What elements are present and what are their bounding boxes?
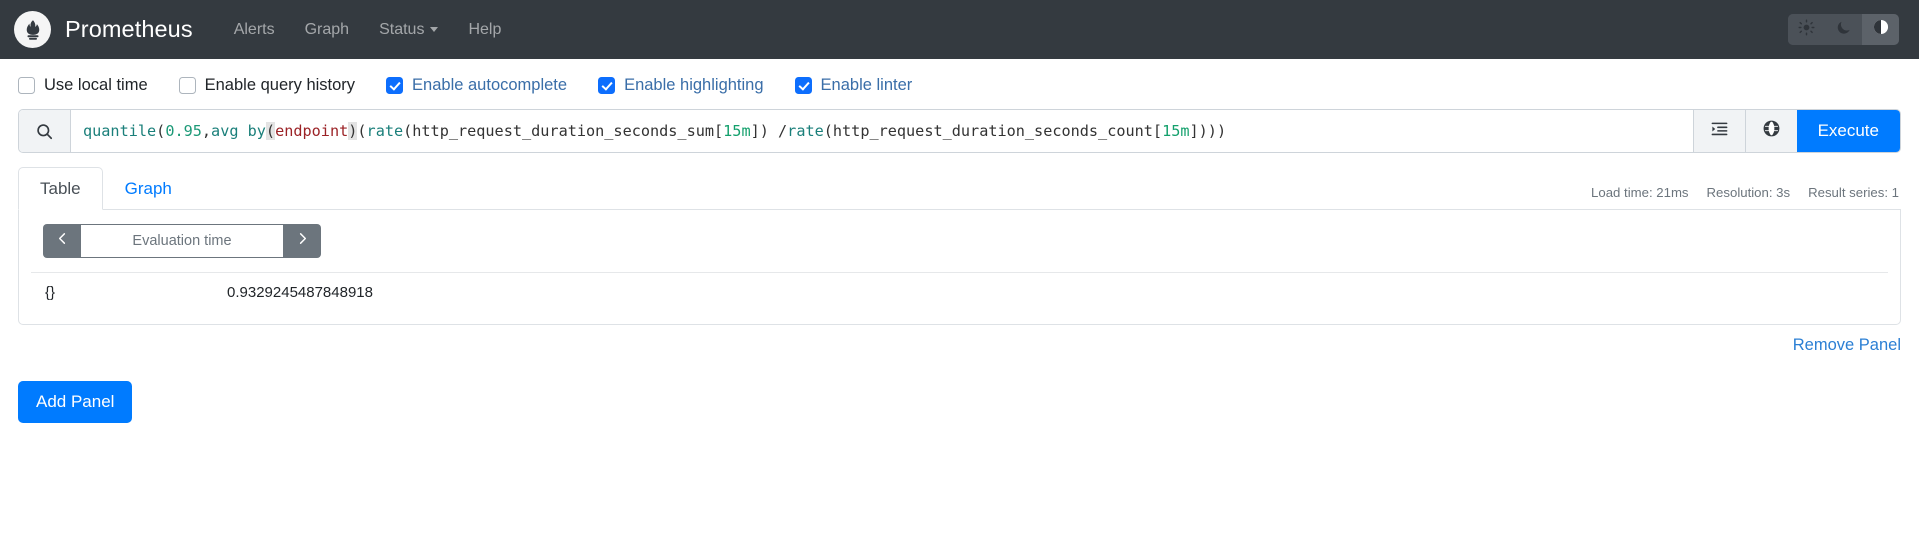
format-indent-icon (1710, 119, 1729, 143)
query-token: (http_request_duration_seconds_count[ (823, 122, 1163, 140)
query-token: avg by (211, 122, 266, 140)
add-panel-button[interactable]: Add Panel (18, 381, 133, 423)
stat-resolution: Resolution: 3s (1706, 185, 1791, 200)
table-cell-value: 0.9329245487848918 (227, 284, 373, 301)
chevron-right-icon (295, 231, 310, 251)
enable-highlighting-checkbox[interactable] (598, 77, 616, 94)
nav-links: Alerts Graph Status Help (219, 13, 517, 47)
query-input[interactable]: quantile(0.95, avg by (endpoint) (rate (h… (71, 110, 1693, 152)
query-token: rate (366, 122, 404, 140)
tab-graph-label: Graph (124, 179, 172, 198)
enable-autocomplete-label: Enable autocomplete (412, 76, 568, 94)
option-use-local-time[interactable]: Use local time (18, 76, 148, 95)
format-expression-button[interactable] (1692, 110, 1745, 152)
query-token: ) (348, 122, 358, 140)
nav-link-help-label: Help (468, 20, 502, 38)
remove-panel-row: Remove Panel (18, 336, 1901, 355)
nav-link-graph-label: Graph (304, 20, 350, 38)
chevron-down-icon (430, 27, 439, 32)
nav-link-alerts-label: Alerts (233, 20, 275, 38)
nav-link-status-label: Status (379, 20, 425, 38)
navbar: Prometheus Alerts Graph Status Help (0, 0, 1919, 59)
prometheus-flame-logo (14, 11, 51, 48)
moon-icon (1836, 19, 1852, 40)
result-table: {} 0.9329245487848918 (31, 272, 1888, 312)
query-token: 15m (1162, 122, 1190, 140)
search-icon (19, 110, 71, 152)
nav-link-help[interactable]: Help (453, 13, 516, 47)
stat-load-time: Load time: 21ms (1591, 185, 1689, 200)
nav-link-graph[interactable]: Graph (290, 13, 364, 47)
add-panel-row: Add Panel (0, 355, 1919, 423)
option-enable-highlighting[interactable]: Enable highlighting (598, 76, 764, 95)
query-token: ( (265, 122, 276, 140)
enable-linter-label: Enable linter (820, 76, 913, 94)
query-token: , (201, 122, 212, 140)
query-bar-wrapper: quantile(0.95, avg by (endpoint) (rate (h… (0, 109, 1919, 153)
query-stats: Load time: 21ms Resolution: 3s Result se… (1591, 185, 1899, 200)
nav-link-status[interactable]: Status (364, 13, 453, 47)
option-enable-autocomplete[interactable]: Enable autocomplete (386, 76, 567, 95)
evaluation-time-prev-button[interactable] (43, 224, 81, 258)
use-local-time-checkbox[interactable] (18, 77, 35, 94)
tab-table[interactable]: Table (18, 167, 103, 210)
query-token: quantile (83, 122, 157, 140)
execute-button[interactable]: Execute (1796, 110, 1900, 152)
query-options-bar: Use local time Enable query history Enab… (0, 59, 1919, 109)
nav-link-alerts[interactable]: Alerts (219, 13, 290, 47)
query-bar: quantile(0.95, avg by (endpoint) (rate (h… (18, 109, 1901, 153)
query-token: 0.95 (165, 122, 202, 140)
query-token: (http_request_duration_seconds_sum[ (403, 122, 724, 140)
panel-tabs: Table Graph Load time: 21ms Resolution: … (18, 167, 1901, 210)
query-token: 15m (723, 122, 751, 140)
tab-table-label: Table (40, 179, 81, 198)
metric-explorer-button[interactable] (1744, 110, 1797, 152)
query-token: endpoint (275, 122, 349, 140)
theme-auto-button[interactable] (1862, 14, 1899, 45)
enable-autocomplete-checkbox[interactable] (386, 77, 404, 94)
enable-query-history-label: Enable query history (204, 76, 356, 94)
enable-linter-checkbox[interactable] (794, 77, 812, 94)
result-panel: Evaluation time {} 0.9329245487848918 (18, 210, 1901, 325)
add-panel-button-label: Add Panel (36, 392, 115, 411)
tab-graph[interactable]: Graph (103, 167, 194, 210)
query-token: ( (156, 122, 166, 140)
stat-result-series: Result series: 1 (1808, 185, 1899, 200)
brand[interactable]: Prometheus (14, 11, 193, 48)
table-row: {} 0.9329245487848918 (31, 272, 1888, 312)
execute-button-label: Execute (1817, 121, 1879, 140)
option-enable-linter[interactable]: Enable linter (794, 76, 913, 95)
option-enable-query-history[interactable]: Enable query history (178, 76, 356, 95)
query-token: ( (357, 122, 367, 140)
theme-toggle-group (1788, 14, 1899, 45)
sun-icon (1798, 18, 1815, 41)
query-token: ]))) (1189, 122, 1227, 140)
evaluation-time-group: Evaluation time (43, 224, 321, 258)
half-circle-icon (1872, 18, 1890, 41)
query-token: ]) / (750, 122, 788, 140)
table-cell-labels: {} (45, 284, 56, 301)
enable-highlighting-label: Enable highlighting (624, 76, 764, 94)
evaluation-time-input[interactable]: Evaluation time (81, 224, 283, 258)
globe-icon (1762, 119, 1781, 143)
remove-panel-link[interactable]: Remove Panel (1793, 336, 1901, 355)
use-local-time-label: Use local time (44, 76, 148, 94)
evaluation-time-next-button[interactable] (283, 224, 321, 258)
enable-query-history-checkbox[interactable] (178, 77, 196, 94)
theme-light-button[interactable] (1788, 14, 1825, 45)
theme-dark-button[interactable] (1825, 14, 1862, 45)
evaluation-time-row: Evaluation time (31, 224, 1888, 258)
chevron-left-icon (55, 231, 70, 251)
query-token: rate (787, 122, 824, 140)
brand-name: Prometheus (65, 16, 193, 42)
